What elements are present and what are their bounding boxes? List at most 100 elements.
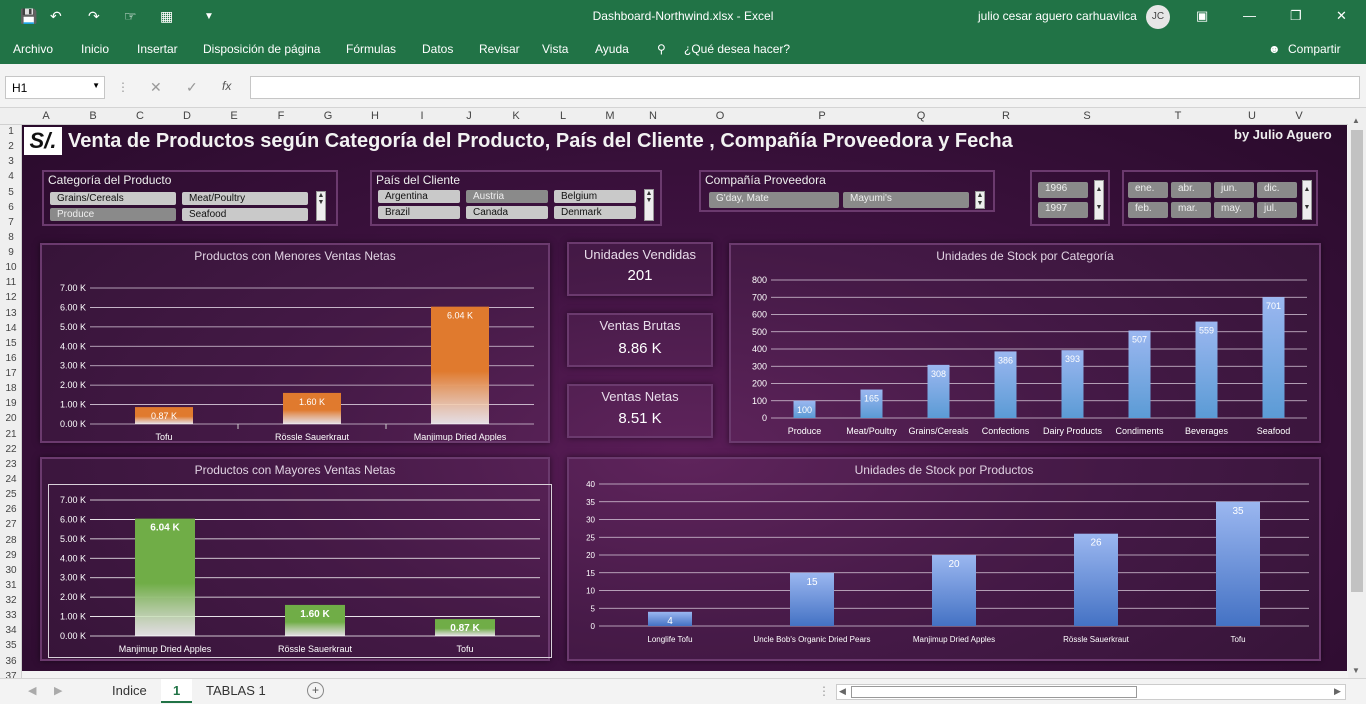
chevron-down-icon[interactable]: ▼ bbox=[92, 81, 100, 90]
row-header[interactable]: 3 bbox=[0, 156, 22, 167]
column-header[interactable]: N bbox=[643, 110, 663, 122]
row-header[interactable]: 26 bbox=[0, 504, 22, 515]
row-header[interactable]: 23 bbox=[0, 459, 22, 470]
column-header[interactable]: E bbox=[224, 110, 244, 122]
row-header[interactable]: 34 bbox=[0, 625, 22, 636]
column-header[interactable]: F bbox=[271, 110, 291, 122]
slicer-item[interactable]: Grains/Cereals bbox=[50, 192, 176, 205]
column-header[interactable]: S bbox=[1077, 110, 1097, 122]
row-header[interactable]: 14 bbox=[0, 323, 22, 334]
column-header[interactable]: U bbox=[1242, 110, 1262, 122]
slicer-scrollbar[interactable]: ▲ ▼ bbox=[1302, 180, 1312, 220]
split-handle-icon[interactable]: ⋮ bbox=[818, 684, 830, 698]
slicer-scrollbar[interactable]: ▲ ▼ bbox=[975, 191, 985, 209]
tab-insertar[interactable]: Insertar bbox=[137, 42, 178, 56]
sheet-tab-1[interactable]: 1 bbox=[161, 679, 193, 703]
prev-sheet-icon[interactable]: ◀ bbox=[28, 684, 36, 697]
row-header[interactable]: 16 bbox=[0, 353, 22, 364]
column-header[interactable]: L bbox=[553, 110, 573, 122]
slicer-scrollbar[interactable]: ▲ ▼ bbox=[316, 191, 326, 221]
tab-inicio[interactable]: Inicio bbox=[81, 42, 109, 56]
scroll-left-icon[interactable]: ◀ bbox=[839, 686, 846, 697]
slicer-item[interactable]: Denmark bbox=[554, 206, 636, 219]
name-box[interactable]: H1 ▼ bbox=[5, 76, 105, 99]
row-header[interactable]: 28 bbox=[0, 535, 22, 546]
row-header[interactable]: 19 bbox=[0, 398, 22, 409]
slicer-item[interactable]: Canada bbox=[466, 206, 548, 219]
slicer-scrollbar[interactable]: ▲ ▼ bbox=[644, 189, 654, 221]
slicer-item[interactable]: Produce bbox=[50, 208, 176, 221]
h-scrollbar-thumb[interactable] bbox=[851, 686, 1137, 698]
row-header[interactable]: 33 bbox=[0, 610, 22, 621]
slicer-item[interactable]: Argentina bbox=[378, 190, 460, 203]
share-button[interactable]: Compartir bbox=[1288, 42, 1341, 56]
row-header[interactable]: 12 bbox=[0, 292, 22, 303]
scroll-down-icon[interactable]: ▼ bbox=[1352, 666, 1360, 675]
minimize-icon[interactable]: — bbox=[1243, 8, 1256, 23]
row-header[interactable]: 36 bbox=[0, 656, 22, 667]
row-header[interactable]: 25 bbox=[0, 489, 22, 500]
slicer-item[interactable]: 1997 bbox=[1038, 202, 1088, 218]
column-header[interactable]: V bbox=[1289, 110, 1309, 122]
next-sheet-icon[interactable]: ▶ bbox=[54, 684, 62, 697]
slicer-item[interactable]: abr. bbox=[1171, 182, 1211, 198]
scroll-up-icon[interactable]: ▲ bbox=[1352, 116, 1360, 125]
row-header[interactable]: 31 bbox=[0, 580, 22, 591]
chart-mayores-ventas[interactable]: Productos con Mayores Ventas Netas 0.00 … bbox=[40, 457, 552, 661]
row-header[interactable]: 13 bbox=[0, 308, 22, 319]
tab-datos[interactable]: Datos bbox=[422, 42, 453, 56]
chart-stock-categoria[interactable]: Unidades de Stock por Categoría 0 100 200 3… bbox=[729, 243, 1321, 443]
column-header[interactable]: R bbox=[996, 110, 1016, 122]
column-header[interactable]: D bbox=[177, 110, 197, 122]
row-header[interactable]: 18 bbox=[0, 383, 22, 394]
row-header[interactable]: 29 bbox=[0, 550, 22, 561]
slicer-item[interactable]: Meat/Poultry bbox=[182, 192, 308, 205]
row-header[interactable]: 9 bbox=[0, 247, 22, 258]
chart-stock-productos[interactable]: Unidades de Stock por Productos 0 5 10 15 20… bbox=[567, 457, 1321, 661]
tell-me-input[interactable]: ¿Qué desea hacer? bbox=[684, 42, 790, 56]
row-header[interactable]: 15 bbox=[0, 338, 22, 349]
row-header[interactable]: 8 bbox=[0, 232, 22, 243]
tab-ayuda[interactable]: Ayuda bbox=[595, 42, 629, 56]
column-header[interactable]: P bbox=[812, 110, 832, 122]
slicer-item[interactable]: G'day, Mate bbox=[709, 192, 839, 208]
row-header[interactable]: 32 bbox=[0, 595, 22, 606]
slicer-item[interactable]: dic. bbox=[1257, 182, 1297, 198]
row-header[interactable]: 22 bbox=[0, 444, 22, 455]
slicer-item[interactable]: mar. bbox=[1171, 202, 1211, 218]
column-header[interactable]: Q bbox=[911, 110, 931, 122]
add-sheet-icon[interactable]: + bbox=[307, 682, 324, 699]
tab-archivo[interactable]: Archivo bbox=[13, 42, 53, 56]
slicer-item[interactable]: Austria bbox=[466, 190, 548, 203]
column-header[interactable]: O bbox=[710, 110, 730, 122]
column-header[interactable]: T bbox=[1168, 110, 1188, 122]
restore-icon[interactable]: ❐ bbox=[1290, 8, 1302, 24]
sheet-tab-tablas1[interactable]: TABLAS 1 bbox=[194, 679, 278, 703]
formula-input[interactable] bbox=[250, 76, 1360, 99]
slicer-item[interactable]: feb. bbox=[1128, 202, 1168, 218]
slicer-item[interactable]: ene. bbox=[1128, 182, 1168, 198]
slicer-item[interactable]: Seafood bbox=[182, 208, 308, 221]
vertical-scrollbar[interactable]: ▲ ▼ bbox=[1348, 108, 1366, 678]
column-header[interactable]: M bbox=[600, 110, 620, 122]
column-header[interactable]: H bbox=[365, 110, 385, 122]
row-header[interactable]: 35 bbox=[0, 640, 22, 651]
row-header[interactable]: 6 bbox=[0, 202, 22, 213]
row-header[interactable]: 7 bbox=[0, 217, 22, 228]
slicer-item[interactable]: 1996 bbox=[1038, 182, 1088, 198]
slicer-item[interactable]: Belgium bbox=[554, 190, 636, 203]
slicer-scrollbar[interactable]: ▲ ▼ bbox=[1094, 180, 1104, 220]
row-header[interactable]: 2 bbox=[0, 141, 22, 152]
row-header[interactable]: 11 bbox=[0, 277, 22, 288]
avatar[interactable]: JC bbox=[1146, 5, 1170, 29]
row-header[interactable]: 20 bbox=[0, 413, 22, 424]
slicer-item[interactable]: jun. bbox=[1214, 182, 1254, 198]
cancel-icon[interactable]: ✕ bbox=[150, 79, 162, 96]
column-header[interactable]: A bbox=[36, 110, 56, 122]
slicer-item[interactable]: Mayumi's bbox=[843, 192, 969, 208]
row-header[interactable]: 17 bbox=[0, 368, 22, 379]
scrollbar-thumb[interactable] bbox=[1351, 130, 1363, 592]
column-header[interactable]: B bbox=[83, 110, 103, 122]
column-header[interactable]: K bbox=[506, 110, 526, 122]
slicer-item[interactable]: Brazil bbox=[378, 206, 460, 219]
